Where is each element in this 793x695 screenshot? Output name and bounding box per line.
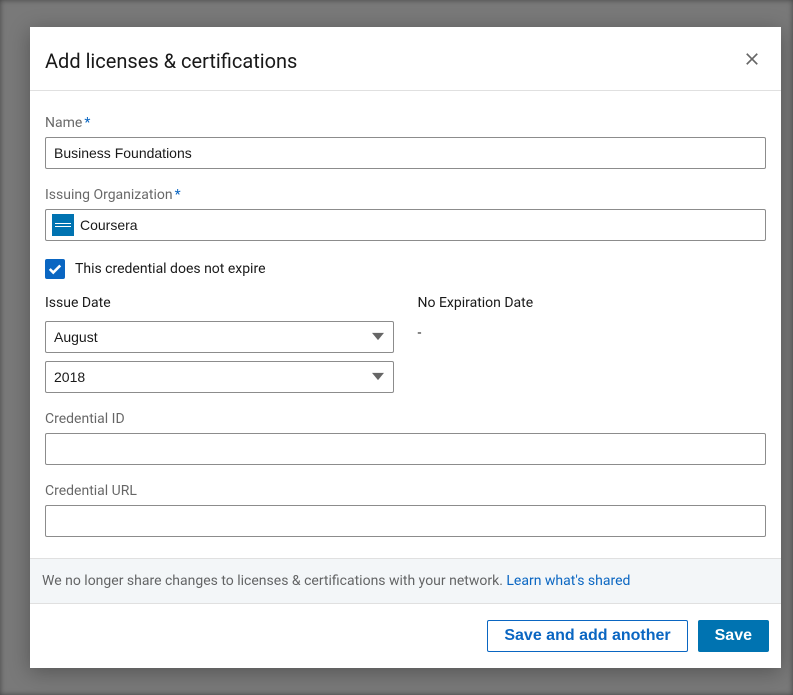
issue-month-select[interactable]: August bbox=[45, 321, 394, 353]
date-row: Issue Date August 2018 bbox=[45, 295, 766, 401]
issue-date-col: Issue Date August 2018 bbox=[45, 295, 394, 401]
name-input[interactable] bbox=[45, 137, 766, 169]
modal-footer: Save and add another Save bbox=[30, 604, 781, 668]
close-button[interactable] bbox=[738, 45, 766, 76]
org-label: Issuing Organization* bbox=[45, 187, 766, 203]
no-expire-label: This credential does not expire bbox=[75, 261, 266, 277]
check-icon bbox=[48, 262, 62, 276]
credential-url-input[interactable] bbox=[45, 505, 766, 537]
credential-url-label: Credential URL bbox=[45, 483, 766, 499]
modal-header: Add licenses & certifications bbox=[30, 27, 781, 91]
info-bar: We no longer share changes to licenses &… bbox=[30, 558, 781, 604]
expiration-col: No Expiration Date - bbox=[418, 295, 767, 401]
org-group: Issuing Organization* bbox=[45, 187, 766, 241]
org-input[interactable] bbox=[80, 217, 759, 233]
credential-url-group: Credential URL bbox=[45, 483, 766, 537]
name-group: Name* bbox=[45, 115, 766, 169]
no-expire-checkbox[interactable] bbox=[45, 259, 65, 279]
expiration-value: - bbox=[418, 321, 767, 341]
info-text: We no longer share changes to licenses &… bbox=[42, 573, 506, 589]
no-expire-row: This credential does not expire bbox=[45, 259, 766, 279]
modal-body: Name* Issuing Organization* This credent… bbox=[30, 91, 781, 558]
modal-title: Add licenses & certifications bbox=[45, 49, 297, 73]
save-and-add-another-button[interactable]: Save and add another bbox=[487, 620, 687, 652]
org-input-wrapper[interactable] bbox=[45, 209, 766, 241]
credential-id-group: Credential ID bbox=[45, 411, 766, 465]
coursera-logo-icon bbox=[52, 214, 74, 236]
name-label: Name* bbox=[45, 115, 766, 131]
issue-date-label: Issue Date bbox=[45, 295, 394, 311]
issue-year-select[interactable]: 2018 bbox=[45, 361, 394, 393]
learn-shared-link[interactable]: Learn what's shared bbox=[506, 573, 630, 589]
expiration-label: No Expiration Date bbox=[418, 295, 767, 311]
add-license-modal: Add licenses & certifications Name* Issu… bbox=[30, 27, 781, 668]
save-button[interactable]: Save bbox=[698, 620, 769, 652]
credential-id-input[interactable] bbox=[45, 433, 766, 465]
credential-id-label: Credential ID bbox=[45, 411, 766, 427]
close-icon bbox=[742, 49, 762, 69]
